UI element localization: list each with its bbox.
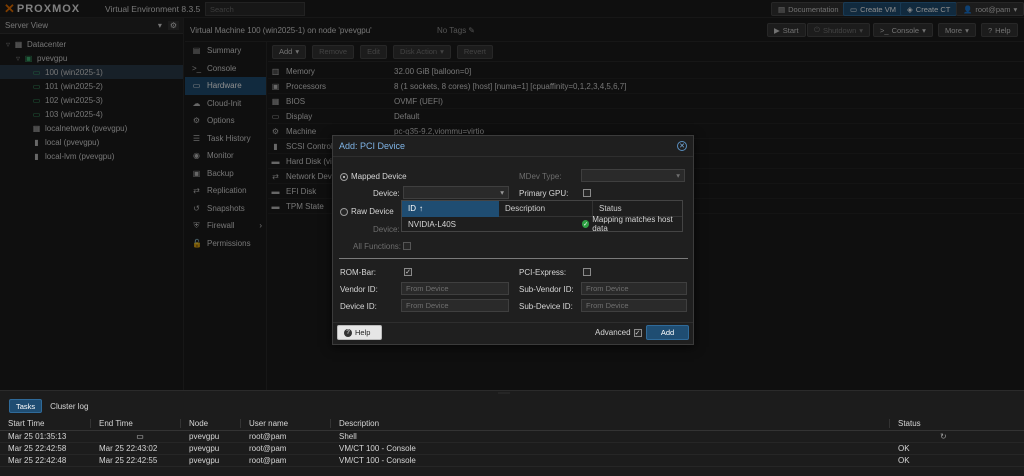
task-node: pvevgpu <box>189 432 220 441</box>
advanced-toggle[interactable]: Advanced ✓ <box>595 328 642 337</box>
pci-express-checkbox[interactable] <box>583 268 591 276</box>
col-status-label: Status <box>599 204 622 213</box>
task-start: Mar 25 22:42:58 <box>8 444 67 453</box>
sort-up-icon: ↑ <box>419 204 423 213</box>
device-id-placeholder: From Device <box>406 301 449 310</box>
task-row[interactable]: Mar 25 22:42:58 Mar 25 22:43:02 pvevgpu … <box>0 443 1024 455</box>
sub-vendor-id-input[interactable]: From Device <box>581 282 687 295</box>
add-pci-dialog: Add: PCI Device ✕ Mapped Device Device: … <box>332 135 694 345</box>
chevron-down-icon: ▾ <box>500 188 504 197</box>
task-panel: Tasks Cluster log Start Time End Time No… <box>0 396 1024 476</box>
task-node: pvevgpu <box>189 444 220 453</box>
tab-tasks-label: Tasks <box>16 401 36 411</box>
task-status: ↻ <box>890 432 947 441</box>
sub-vendor-id-placeholder: From Device <box>586 284 629 293</box>
col-status[interactable]: Status <box>890 419 921 428</box>
dialog-titlebar: Add: PCI Device ✕ <box>333 136 693 157</box>
tab-tasks[interactable]: Tasks <box>9 399 43 413</box>
col-start-time[interactable]: Start Time <box>0 418 91 428</box>
task-start: Mar 25 22:42:48 <box>8 456 67 465</box>
task-start: Mar 25 01:35:13 <box>8 432 67 441</box>
question-circle-icon: ? <box>344 328 352 337</box>
dialog-help-label: Help <box>355 328 371 337</box>
spinner-icon: ↻ <box>940 432 947 441</box>
raw-device-field-label: Device: <box>373 225 400 234</box>
dialog-help-button[interactable]: ? Help <box>337 325 382 340</box>
task-desc: VM/CT 100 - Console <box>339 444 416 453</box>
task-status: OK <box>898 444 910 453</box>
all-functions-checkbox[interactable] <box>403 242 411 250</box>
task-desc: Shell <box>339 432 357 441</box>
device-status-label: Mapping matches host data <box>592 215 673 233</box>
sub-device-id-label: Sub-Device ID: <box>519 302 573 311</box>
col-id-label: ID <box>408 204 416 213</box>
dialog-title: Add: PCI Device <box>339 141 406 151</box>
task-end: ▭ <box>91 432 181 441</box>
task-end: Mar 25 22:42:55 <box>99 456 158 465</box>
advanced-checkbox[interactable]: ✓ <box>633 328 642 337</box>
chevron-down-icon: ▾ <box>676 171 680 180</box>
col-description[interactable]: Description <box>331 418 890 428</box>
all-functions-label: All Functions: <box>353 242 402 251</box>
task-user: root@pam <box>249 456 287 465</box>
advanced-label: Advanced <box>595 328 631 337</box>
dialog-add-label: Add <box>660 328 675 337</box>
task-tabs: Tasks Cluster log <box>0 396 1024 416</box>
dropdown-row[interactable]: NVIDIA-L40S ✓ Mapping matches host data <box>402 215 682 233</box>
task-user: root@pam <box>249 444 287 453</box>
mdev-type-label: MDev Type: <box>519 172 562 181</box>
sub-vendor-id-label: Sub-Vendor ID: <box>519 285 574 294</box>
col-id-header[interactable]: ID ↑ <box>402 200 499 217</box>
tab-cluster-log[interactable]: Cluster log <box>50 402 88 411</box>
primary-gpu-checkbox[interactable] <box>583 189 591 197</box>
task-desc: VM/CT 100 - Console <box>339 456 416 465</box>
device-dropdown: ID ↑ Description Status NVIDIA-L40S ✓ Ma… <box>401 200 683 233</box>
dialog-divider <box>339 258 688 259</box>
vendor-id-label: Vendor ID: <box>340 285 378 294</box>
radio-off-icon[interactable] <box>340 207 348 216</box>
pci-express-label: PCI-Express: <box>519 268 567 277</box>
raw-device-radio[interactable]: Raw Device <box>340 207 394 216</box>
dialog-add-button[interactable]: Add <box>646 325 689 340</box>
monitor-icon: ▭ <box>136 432 144 441</box>
task-status: OK <box>898 456 910 465</box>
device-id-cell: NVIDIA-L40S <box>408 219 457 229</box>
vendor-id-input[interactable]: From Device <box>401 282 509 295</box>
tab-cluster-log-label: Cluster log <box>50 401 89 411</box>
mdev-type-select[interactable]: ▾ <box>581 169 685 182</box>
task-user: root@pam <box>249 432 287 441</box>
device-label: Device: <box>373 189 400 198</box>
sub-device-id-input[interactable]: From Device <box>581 299 687 312</box>
task-row[interactable]: Mar 25 22:42:48 Mar 25 22:42:55 pvevgpu … <box>0 455 1024 467</box>
col-user-name[interactable]: User name <box>241 418 331 428</box>
col-description-label: Description <box>505 204 546 213</box>
mapped-device-label: Mapped Device <box>351 172 407 181</box>
radio-on-icon[interactable] <box>340 172 348 181</box>
rom-bar-label: ROM-Bar: <box>340 268 376 277</box>
task-header-row: Start Time End Time Node User name Descr… <box>0 416 1024 431</box>
device-status-cell: ✓ Mapping matches host data <box>578 215 682 233</box>
check-circle-icon: ✓ <box>581 220 590 228</box>
sub-device-id-placeholder: From Device <box>586 301 629 310</box>
mapped-device-select[interactable]: ▾ <box>403 186 509 199</box>
rom-bar-checkbox[interactable]: ✓ <box>404 268 412 276</box>
task-node: pvevgpu <box>189 456 220 465</box>
device-id-input[interactable]: From Device <box>401 299 509 312</box>
task-row[interactable]: Mar 25 01:35:13 ▭ pvevgpu root@pam Shell… <box>0 431 1024 443</box>
col-node[interactable]: Node <box>181 418 241 428</box>
col-end-time[interactable]: End Time <box>91 418 181 428</box>
mapped-device-radio[interactable]: Mapped Device <box>340 172 407 181</box>
vendor-id-placeholder: From Device <box>406 284 449 293</box>
close-icon[interactable]: ✕ <box>677 141 687 151</box>
primary-gpu-label: Primary GPU: <box>519 189 569 198</box>
device-id-label: Device ID: <box>340 302 377 311</box>
raw-device-label: Raw Device <box>351 207 394 216</box>
task-end: Mar 25 22:43:02 <box>99 444 158 453</box>
